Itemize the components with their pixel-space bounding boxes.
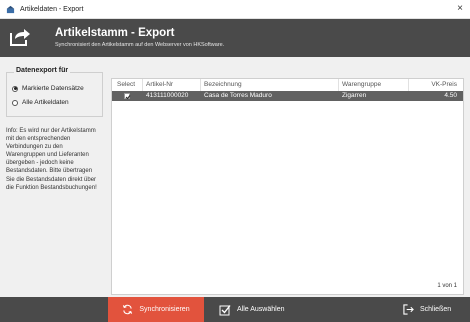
close-button[interactable]: Schließen (403, 297, 451, 322)
grid-header: Select Artikel-Nr Bezeichnung Warengrupp… (112, 79, 463, 91)
page-subtitle: Synchronisiert den Artikelstamm auf den … (55, 42, 225, 48)
cell-bezeichnung: Casa de Torres Maduro (204, 92, 272, 99)
info-text: Info: Es wird nur der Artikelstamm mit d… (6, 128, 97, 191)
radio-all-articles[interactable]: Alle Artikeldaten (12, 99, 69, 106)
app-icon (6, 5, 15, 13)
radio-label: Alle Artikeldaten (22, 99, 69, 106)
radio-button[interactable] (12, 99, 18, 106)
cell-artikel-nr: 413111000020 (146, 92, 189, 99)
export-arrow-icon (10, 29, 30, 46)
radio-button[interactable] (12, 85, 18, 92)
column-header-bezeichnung[interactable]: Bezeichnung (204, 79, 242, 91)
select-all-label: Alle Auswählen (237, 306, 285, 313)
export-options-legend: Datenexport für (14, 67, 71, 74)
cell-warengruppe: Zigarren (342, 92, 367, 99)
synchronize-button[interactable]: Synchronisieren (108, 297, 204, 322)
checkbox-checked-icon (219, 304, 231, 315)
radio-marked-records[interactable]: Markierte Datensätze (12, 85, 84, 92)
window-titlebar: Artikeldaten - Export × (0, 0, 470, 19)
cell-vk-preis: 4.50 (444, 92, 457, 99)
column-header-warengruppe[interactable]: Warengruppe (342, 79, 381, 91)
export-options-group: Datenexport für Markierte Datensätze All… (6, 67, 103, 117)
page-title: Artikelstamm - Export (55, 27, 175, 39)
column-header-artikel-nr[interactable]: Artikel-Nr (146, 79, 173, 91)
column-header-vk-preis[interactable]: VK-Preis (431, 79, 457, 91)
check-icon (125, 95, 131, 100)
table-row[interactable]: 413111000020 Casa de Torres Maduro Zigar… (112, 91, 463, 101)
window-close-button[interactable]: × (457, 4, 463, 14)
column-header-select[interactable]: Select (117, 79, 135, 91)
content-area: Datenexport für Markierte Datensätze All… (0, 57, 470, 297)
close-label: Schließen (420, 306, 452, 313)
window-title: Artikeldaten - Export (20, 5, 84, 13)
row-select-checkbox[interactable] (124, 93, 131, 100)
articles-grid[interactable]: Select Artikel-Nr Bezeichnung Warengrupp… (111, 78, 464, 295)
header-banner: Artikelstamm - Export Synchronisiert den… (0, 19, 470, 57)
select-all-button[interactable]: Alle Auswählen (217, 297, 284, 322)
radio-label: Markierte Datensätze (22, 85, 84, 92)
synchronize-label: Synchronisieren (139, 306, 190, 313)
pager-label: 1 von 1 (437, 283, 457, 289)
sync-icon (123, 304, 133, 315)
exit-icon (403, 304, 414, 315)
footer-toolbar: Synchronisieren Alle Auswählen Schließen (0, 297, 470, 322)
